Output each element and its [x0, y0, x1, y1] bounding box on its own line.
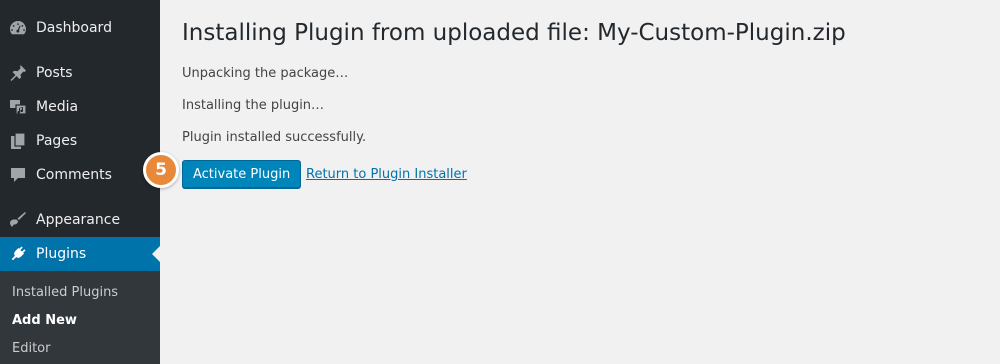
- sidebar-item-label: Media: [36, 99, 79, 115]
- status-line-success: Plugin installed successfully.: [182, 130, 367, 145]
- sidebar-item-label: Plugins: [36, 246, 87, 262]
- comment-icon: [8, 165, 28, 185]
- page-title: Installing Plugin from uploaded file: My…: [182, 20, 846, 46]
- sidebar-item-label: Comments: [36, 167, 112, 183]
- activate-plugin-button[interactable]: Activate Plugin: [182, 160, 302, 188]
- sidebar-item-appearance[interactable]: Appearance: [0, 203, 160, 237]
- plugins-submenu: Installed Plugins Add New Editor: [0, 271, 160, 364]
- active-menu-arrow: [152, 246, 160, 262]
- media-icon: [8, 97, 28, 117]
- pin-icon: [8, 63, 28, 83]
- dashboard-icon: [8, 18, 28, 38]
- status-line-installing: Installing the plugin…: [182, 98, 325, 113]
- sidebar-item-dashboard[interactable]: Dashboard: [0, 11, 160, 45]
- submenu-item-editor[interactable]: Editor: [12, 341, 50, 356]
- admin-sidebar: Dashboard Posts Media Pages Comments App…: [0, 0, 160, 364]
- sidebar-item-posts[interactable]: Posts: [0, 56, 160, 90]
- sidebar-item-comments[interactable]: Comments: [0, 158, 160, 192]
- return-to-plugin-installer-link[interactable]: Return to Plugin Installer: [306, 167, 467, 182]
- paintbrush-icon: [8, 210, 28, 230]
- step-number-badge: 5: [143, 152, 179, 188]
- sidebar-item-label: Dashboard: [36, 20, 112, 36]
- submenu-item-installed-plugins[interactable]: Installed Plugins: [12, 285, 118, 300]
- sidebar-item-label: Appearance: [36, 212, 121, 228]
- sidebar-item-pages[interactable]: Pages: [0, 124, 160, 158]
- sidebar-item-label: Pages: [36, 133, 78, 149]
- sidebar-item-media[interactable]: Media: [0, 90, 160, 124]
- sidebar-item-plugins[interactable]: Plugins: [0, 237, 160, 271]
- submenu-item-add-new[interactable]: Add New: [12, 313, 77, 328]
- status-line-unpacking: Unpacking the package…: [182, 66, 349, 81]
- sidebar-item-label: Posts: [36, 65, 73, 81]
- pages-icon: [8, 131, 28, 151]
- plugin-icon: [8, 244, 28, 264]
